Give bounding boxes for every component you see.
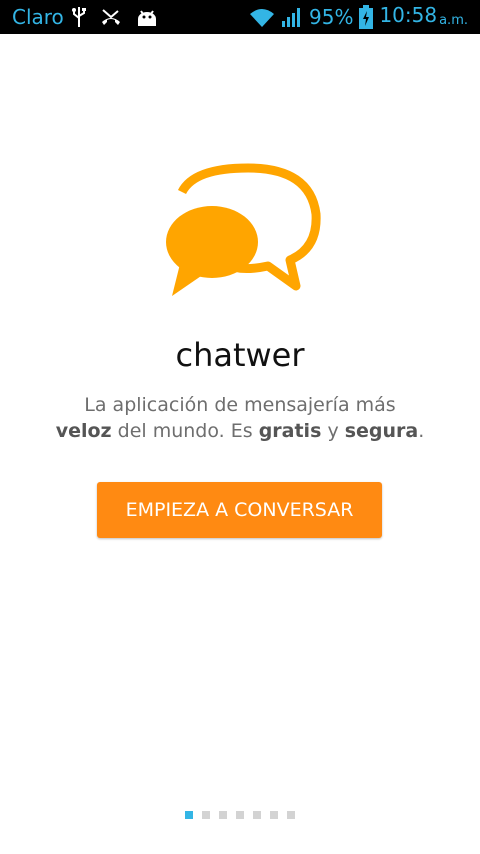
battery-percentage: 95% [309, 5, 354, 29]
battery-charging-icon [359, 5, 374, 29]
tagline-veloz: veloz [55, 420, 112, 442]
app-tagline: La aplicación de mensajería más veloz de… [55, 394, 425, 442]
start-conversation-button[interactable]: EMPIEZA A CONVERSAR [97, 482, 382, 538]
app-title: chatwer [175, 336, 305, 374]
page-dot-2 [202, 811, 210, 819]
carrier-label: Claro [12, 5, 64, 29]
clock: 10:58 a.m. [379, 3, 468, 28]
tagline-segura: segura [344, 420, 419, 442]
status-right: 95% 10:58 a.m. [249, 3, 468, 30]
page-dot-4 [236, 811, 244, 819]
signal-icon [282, 8, 300, 27]
page-dot-5 [253, 811, 261, 819]
page-indicator [185, 811, 295, 819]
usb-icon [72, 7, 86, 27]
page-dot-6 [270, 811, 278, 819]
page-dot-1 [185, 811, 193, 819]
wifi-icon [250, 9, 274, 27]
chat-bubbles-icon [166, 163, 321, 296]
missed-call-icon [102, 9, 120, 25]
clock-ampm: a.m. [439, 13, 468, 28]
notification-icons [72, 6, 158, 28]
status-bar: Claro 95% 10:58 a.m. [0, 0, 480, 34]
android-debug-icon [138, 10, 156, 26]
page-dot-7 [287, 811, 295, 819]
page-dot-3 [219, 811, 227, 819]
tagline-gratis: gratis [258, 420, 322, 442]
